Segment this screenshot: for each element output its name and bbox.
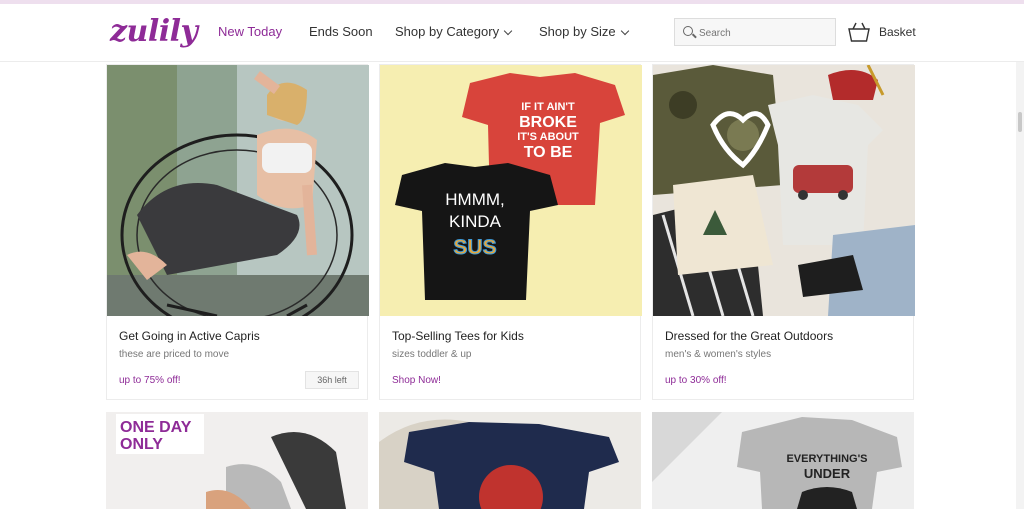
nav-new-today[interactable]: New Today bbox=[218, 24, 282, 39]
basket-button[interactable]: Basket bbox=[847, 18, 917, 46]
scrollbar-thumb[interactable] bbox=[1018, 112, 1022, 132]
event-promo[interactable]: up to 75% off! bbox=[119, 375, 181, 386]
grey-tee-text-2: UNDER bbox=[804, 466, 851, 481]
basket-icon bbox=[848, 22, 870, 42]
event-subtitle: sizes toddler & up bbox=[392, 349, 472, 360]
time-left-badge: 36h left bbox=[305, 371, 359, 389]
one-day-badge-line1: ONE DAY bbox=[120, 419, 192, 436]
event-promo[interactable]: up to 30% off! bbox=[665, 375, 727, 386]
search-icon bbox=[683, 26, 693, 36]
nav-shop-by-category-label: Shop by Category bbox=[395, 24, 500, 39]
event-card-kids-tees[interactable]: IF IT AIN'T BROKE IT'S ABOUT TO BE HMMM,… bbox=[379, 64, 642, 400]
nav-shop-by-size-label: Shop by Size bbox=[539, 24, 616, 39]
tee-red-text-3: IT'S ABOUT bbox=[517, 131, 579, 143]
event-subtitle: these are priced to move bbox=[119, 349, 230, 360]
event-title[interactable]: Get Going in Active Capris bbox=[119, 329, 260, 343]
search-box[interactable] bbox=[674, 18, 836, 46]
event-image-great-outdoors[interactable] bbox=[653, 65, 915, 316]
event-card-graphic-tee[interactable] bbox=[379, 412, 641, 509]
basket-label: Basket bbox=[879, 25, 916, 39]
zulily-logo[interactable]: zulily bbox=[110, 14, 198, 49]
event-card-gamer-tee[interactable]: EVERYTHING'S UNDER bbox=[652, 412, 914, 509]
event-card-sandals[interactable]: ONE DAY ONLY bbox=[106, 412, 368, 509]
tee-black-text-3: SUS bbox=[453, 236, 496, 259]
event-image-active-capris[interactable] bbox=[107, 65, 369, 316]
nav-shop-by-category[interactable]: Shop by Category bbox=[395, 24, 513, 39]
grey-tee-text-1: EVERYTHING'S bbox=[786, 453, 867, 465]
tee-black-text-1: HMMM, bbox=[445, 190, 504, 209]
tee-red-text-4: TO BE bbox=[524, 144, 573, 161]
event-card-great-outdoors[interactable]: Dressed for the Great Outdoors men's & w… bbox=[652, 64, 915, 400]
tee-red-text-2: BROKE bbox=[519, 114, 577, 131]
chevron-down-icon bbox=[620, 26, 629, 36]
one-day-badge-line2: ONLY bbox=[120, 436, 163, 453]
search-input[interactable] bbox=[699, 24, 829, 42]
tee-red-text-1: IF IT AIN'T bbox=[521, 101, 575, 113]
nav-ends-soon[interactable]: Ends Soon bbox=[309, 24, 373, 39]
chevron-down-icon bbox=[503, 26, 513, 36]
event-title[interactable]: Dressed for the Great Outdoors bbox=[665, 329, 833, 343]
event-promo[interactable]: Shop Now! bbox=[392, 375, 441, 386]
scrollbar[interactable] bbox=[1016, 62, 1024, 509]
tee-black-text-2: KINDA bbox=[449, 212, 502, 231]
event-card-active-capris[interactable]: Get Going in Active Capris these are pri… bbox=[106, 64, 369, 400]
site-header: zulily New Today Ends Soon Shop by Categ… bbox=[0, 0, 1024, 62]
event-title[interactable]: Top-Selling Tees for Kids bbox=[392, 329, 524, 343]
event-subtitle: men's & women's styles bbox=[665, 349, 772, 360]
event-image-kids-tees[interactable]: IF IT AIN'T BROKE IT'S ABOUT TO BE HMMM,… bbox=[380, 65, 642, 316]
nav-shop-by-size[interactable]: Shop by Size bbox=[539, 24, 629, 39]
